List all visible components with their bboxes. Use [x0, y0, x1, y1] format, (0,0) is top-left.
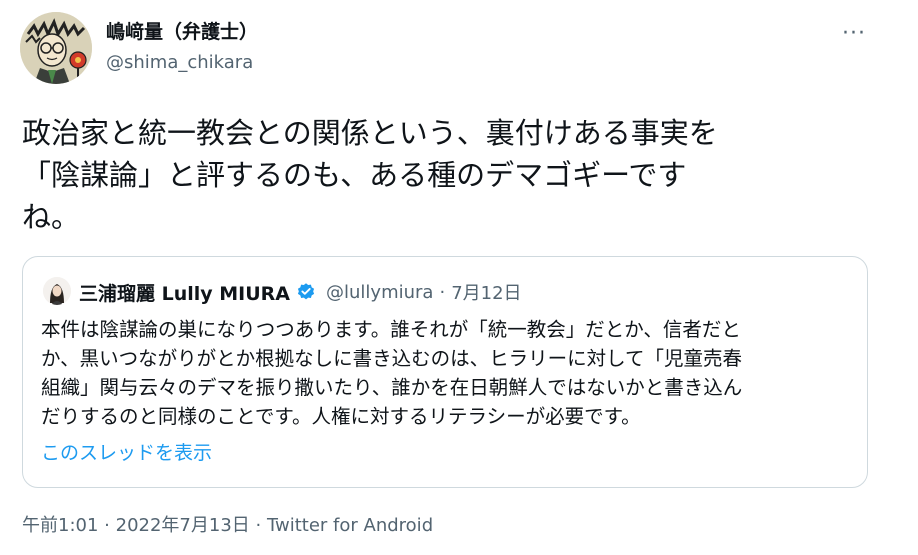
quote-date: 7月12日 [451, 283, 522, 304]
quote-author-avatar [43, 277, 71, 305]
tweet-text: 政治家と統一教会との関係という、裏付けある事実を 「陰謀論」と評するのも、ある種… [22, 116, 718, 234]
meta-separator: · [104, 515, 110, 536]
illustrated-avatar-icon [20, 12, 92, 84]
quote-text: 本件は陰謀論の巣になりつつあります。誰それが「統一教会」だとか、信者だと か、黒… [41, 318, 743, 428]
tweet-time[interactable]: 午前1:01 [22, 515, 98, 536]
quote-author-handle: @lullymiura [326, 281, 434, 303]
author-handle[interactable]: @shima_chikara [106, 50, 258, 76]
show-thread-link[interactable]: このスレッドを表示 [41, 439, 212, 467]
quote-author-name: 三浦瑠麗 Lully MIURA [79, 282, 291, 305]
tweet-date[interactable]: 2022年7月13日 [116, 515, 250, 536]
author-name[interactable]: 嶋﨑量（弁護士） [106, 18, 258, 46]
verified-badge-icon [296, 282, 316, 302]
tweet-source[interactable]: Twitter for Android [267, 515, 433, 536]
more-icon[interactable]: ··· [836, 23, 872, 48]
quote-header: 三浦瑠麗 Lully MIURA @lullymiura · 7月12日 [79, 277, 522, 307]
meta-separator: · [255, 515, 262, 536]
quote-separator: · [439, 281, 446, 303]
author-block: 嶋﨑量（弁護士） @shima_chikara [106, 18, 258, 76]
tweet: 嶋﨑量（弁護士） @shima_chikara ··· 政治家と統一教会との関係… [0, 0, 918, 555]
quoted-tweet[interactable]: 三浦瑠麗 Lully MIURA @lullymiura · 7月12日 本件は… [22, 256, 868, 488]
portrait-avatar-icon [43, 277, 71, 305]
author-avatar[interactable] [20, 12, 92, 84]
tweet-metadata: 午前1:01 · 2022年7月13日 · Twitter for Androi… [22, 512, 433, 540]
